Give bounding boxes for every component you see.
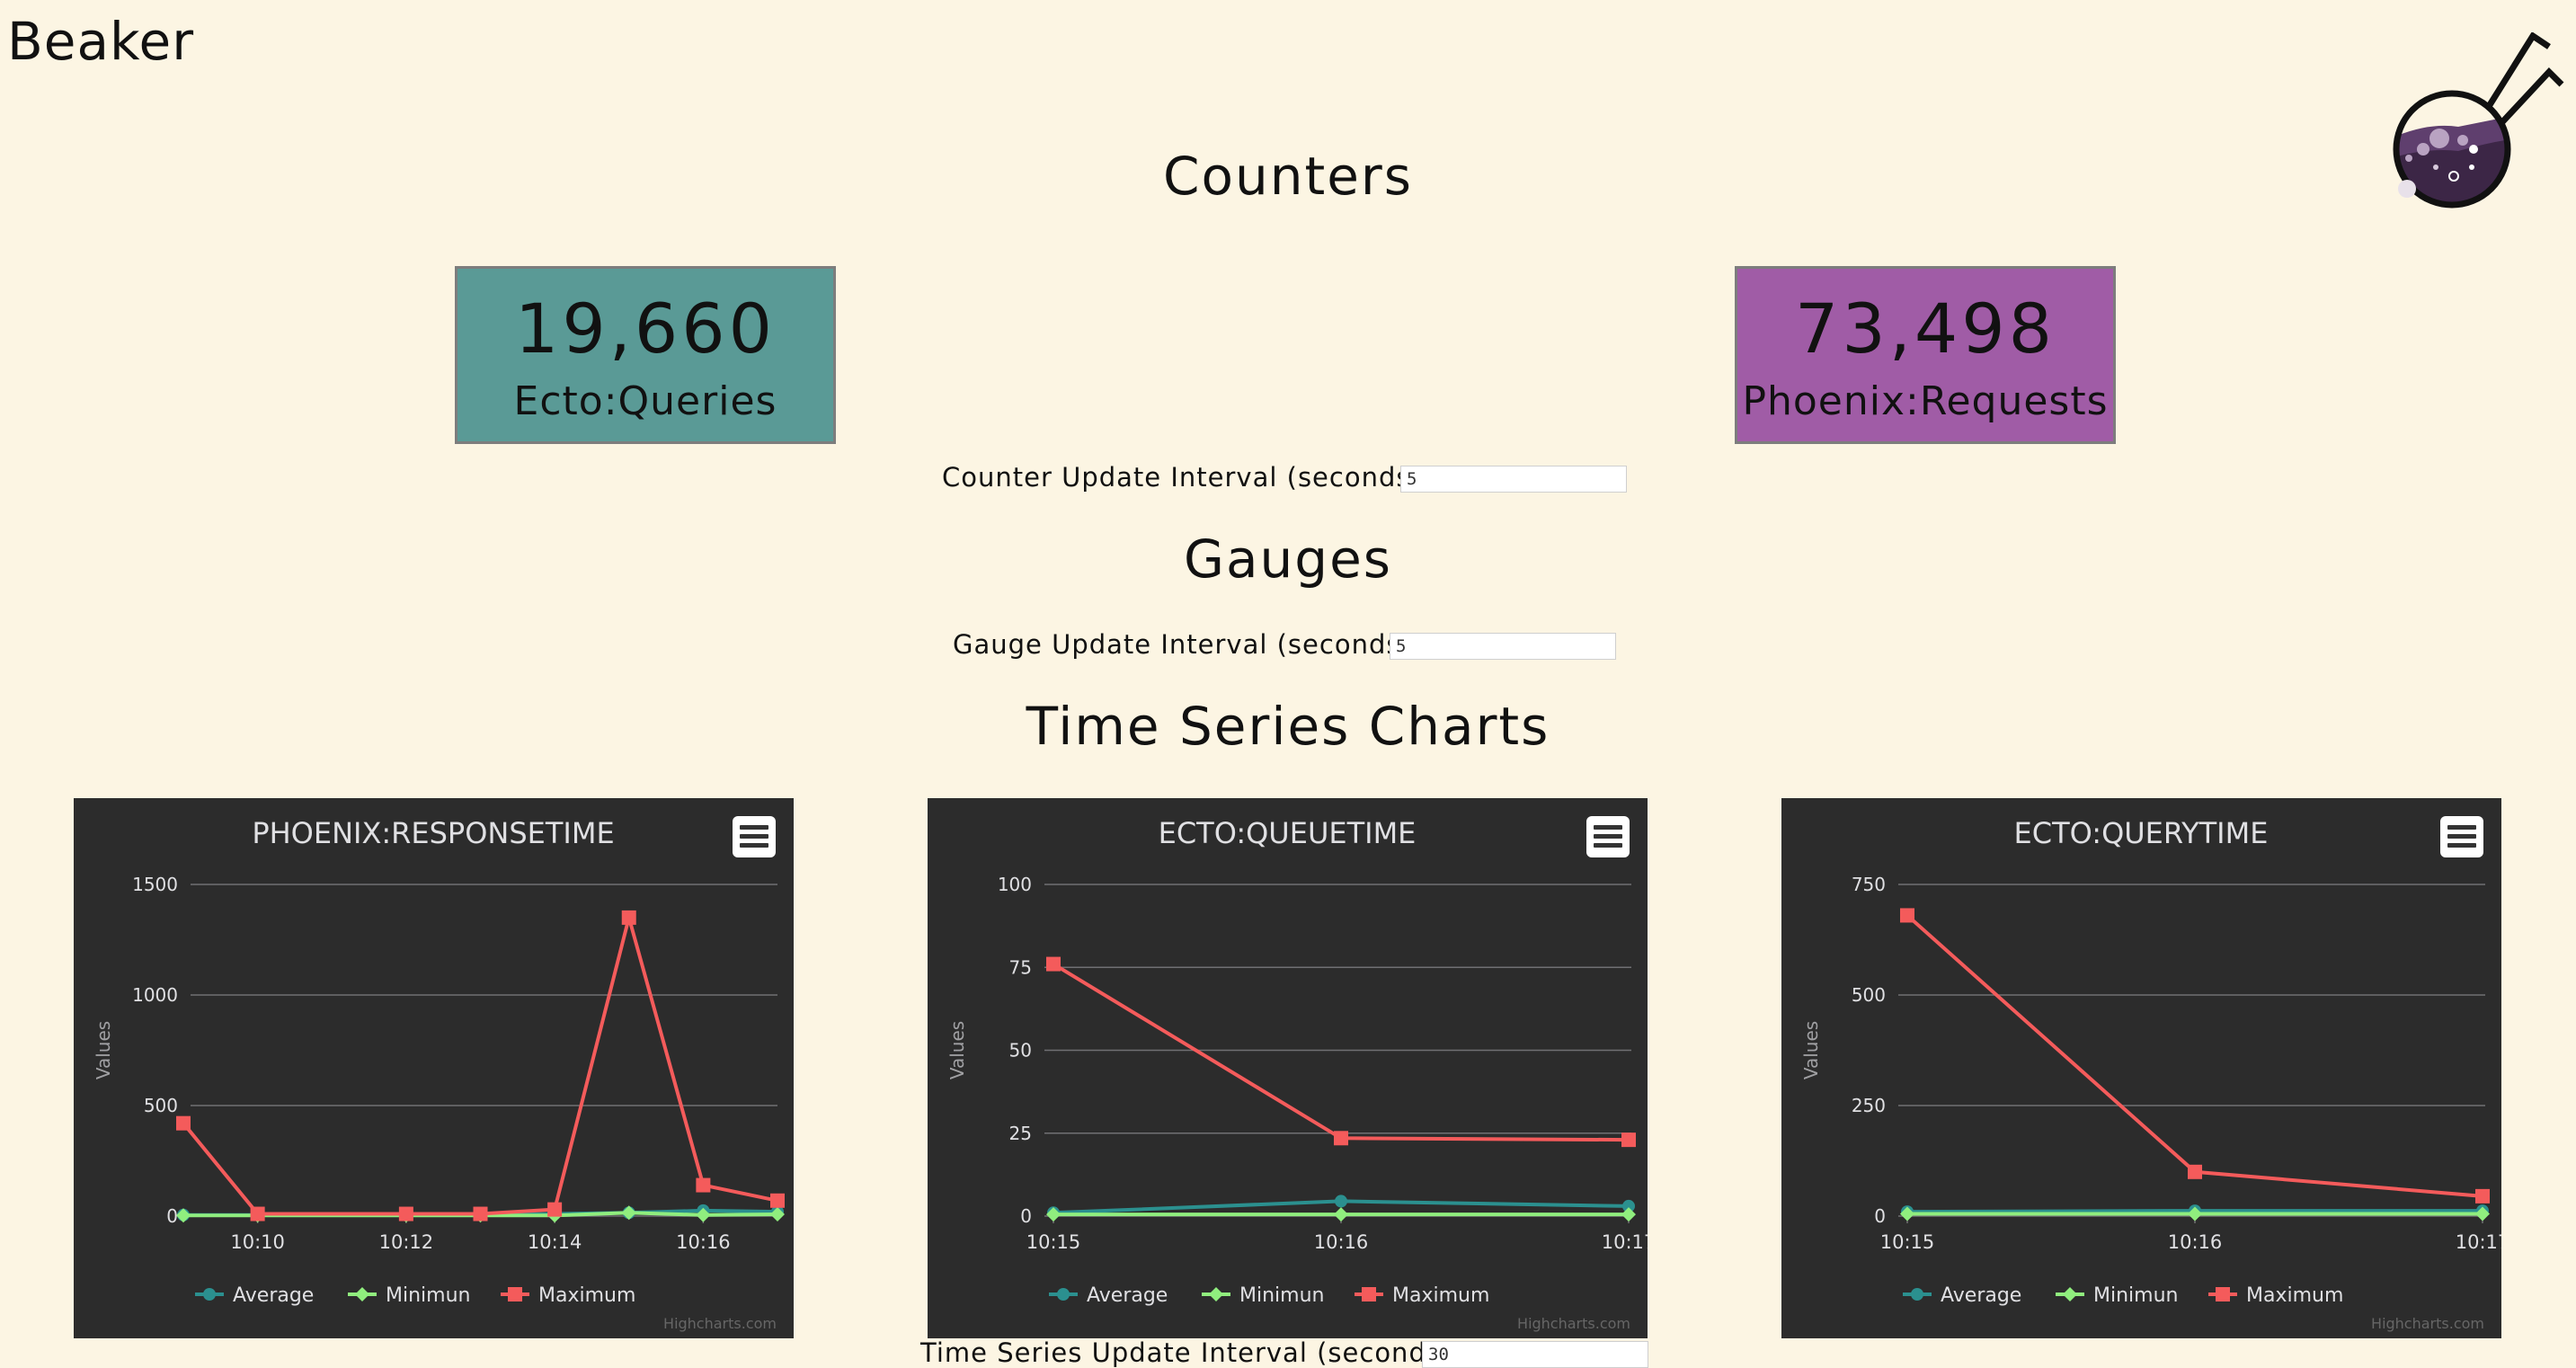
legend-label: Average: [233, 1284, 314, 1307]
y-tick-label: 25: [1009, 1123, 1032, 1144]
data-point: [176, 1208, 191, 1223]
time-series-heading: Time Series Charts: [1026, 696, 1550, 757]
legend-marker: [1057, 1288, 1070, 1301]
chart-canvas: ECTO:QUEUETIME 0 25 50 75 100 Values 10:15 10:16…: [946, 816, 1648, 1332]
legend-marker: [1911, 1288, 1923, 1301]
x-tick-label: 10:16: [1314, 1231, 1369, 1253]
chart-canvas: ECTO:QUERYTIME 0 250 500 750 Values 10:15 10:16…: [1800, 816, 2501, 1332]
app-title: Beaker: [7, 11, 195, 72]
gauge-interval-row: Gauge Update Interval (seconds): [953, 629, 1616, 660]
chart-title: PHOENIX:RESPONSETIME: [252, 816, 614, 850]
time-series-interval-row: Time Series Update Interval (seconds): [920, 1337, 1648, 1368]
gauge-interval-label: Gauge Update Interval (seconds): [953, 629, 1412, 660]
y-tick-label: 100: [998, 874, 1032, 895]
chart-phoenix-responsetime: PHOENIX:RESPONSETIME 0 500 1000 1500 Values 10…: [74, 798, 794, 1338]
chart-ecto-queuetime: ECTO:QUEUETIME 0 25 50 75 100 Values 10:15 10:16…: [928, 798, 1648, 1338]
counter-interval-row: Counter Update Interval (seconds): [942, 462, 1627, 493]
legend-label: Average: [1941, 1284, 2021, 1307]
x-tick-label: 10:17: [1602, 1231, 1648, 1253]
data-point: [176, 1115, 191, 1131]
legend-label: Minimun: [1239, 1284, 1324, 1307]
counter-phoenix-requests: 73,498 Phoenix:Requests: [1735, 266, 2116, 444]
counters-heading: Counters: [1163, 146, 1413, 207]
data-point: [2188, 1164, 2202, 1179]
data-point: [1900, 908, 1914, 923]
counter-ecto-queries: 19,660 Ecto:Queries: [455, 266, 836, 444]
data-point: [1335, 1195, 1347, 1208]
legend-marker: [1209, 1287, 1223, 1301]
x-tick-label: 10:16: [676, 1231, 731, 1253]
counter-value: 73,498: [1795, 289, 2056, 369]
x-tick-label: 10:12: [379, 1231, 434, 1253]
series-line-maximum: [182, 911, 778, 1216]
legend-marker: [2063, 1287, 2077, 1301]
y-axis-title: Values: [946, 1021, 968, 1079]
counter-label: Ecto:Queries: [513, 378, 777, 424]
y-tick-label: 250: [1852, 1095, 1886, 1116]
data-point: [1046, 956, 1061, 972]
counter-interval-input[interactable]: [1400, 466, 1627, 493]
y-tick-label: 0: [1874, 1205, 1886, 1227]
y-tick-label: 750: [1852, 874, 1886, 895]
legend-marker: [1362, 1287, 1376, 1301]
x-tick-label: 10:14: [528, 1231, 582, 1253]
legend-marker: [2216, 1287, 2230, 1301]
chart-title: ECTO:QUERYTIME: [2014, 816, 2269, 850]
data-point: [621, 1205, 636, 1221]
data-point: [770, 1193, 785, 1208]
x-tick-label: 10:16: [2168, 1231, 2223, 1253]
chart-menu-button[interactable]: [2440, 816, 2483, 857]
y-tick-label: 500: [144, 1095, 178, 1116]
legend-label: Average: [1087, 1284, 1168, 1307]
counter-label: Phoenix:Requests: [1742, 378, 2109, 424]
y-tick-label: 500: [1852, 984, 1886, 1006]
legend-label: Maximum: [2246, 1284, 2343, 1307]
x-tick-label: 10:17: [2456, 1231, 2501, 1253]
legend-label: Minimun: [2093, 1284, 2178, 1307]
gauges-heading: Gauges: [1184, 529, 1392, 590]
legend-label: Maximum: [538, 1284, 635, 1307]
y-tick-label: 50: [1009, 1040, 1032, 1062]
data-point: [1621, 1133, 1636, 1148]
y-axis-title: Values: [93, 1021, 114, 1079]
y-tick-label: 0: [166, 1205, 178, 1227]
gauge-interval-input[interactable]: [1390, 633, 1616, 660]
y-tick-label: 1000: [132, 984, 178, 1006]
y-axis-title: Values: [1800, 1021, 1822, 1079]
x-tick-label: 10:15: [1026, 1231, 1081, 1253]
chart-menu-button[interactable]: [1586, 816, 1630, 857]
data-point: [398, 1206, 413, 1221]
x-tick-label: 10:15: [1880, 1231, 1935, 1253]
series-line-maximum: [1052, 962, 1630, 1142]
data-point: [621, 910, 636, 925]
chart-canvas: PHOENIX:RESPONSETIME 0 500 1000 1500 Values 10…: [93, 816, 785, 1332]
legend-marker: [203, 1288, 216, 1301]
legend-marker: [508, 1287, 522, 1301]
data-point: [250, 1206, 265, 1221]
legend-label: Maximum: [1392, 1284, 1489, 1307]
y-tick-label: 75: [1009, 956, 1032, 978]
counter-interval-label: Counter Update Interval (seconds): [942, 462, 1422, 493]
chart-ecto-querytime: ECTO:QUERYTIME 0 250 500 750 Values 10:15 10:16…: [1781, 798, 2501, 1338]
time-series-interval-label: Time Series Update Interval (seconds): [920, 1337, 1452, 1368]
data-point: [1334, 1131, 1348, 1146]
chart-credit: Highcharts.com: [1517, 1315, 1630, 1332]
legend-marker: [355, 1287, 369, 1301]
legend-label: Minimun: [386, 1284, 470, 1307]
data-point: [696, 1177, 711, 1193]
series-line-maximum: [1905, 913, 2483, 1198]
y-tick-label: 1500: [132, 874, 178, 895]
chart-title: ECTO:QUEUETIME: [1159, 816, 1417, 850]
chart-menu-button[interactable]: [733, 816, 776, 857]
y-tick-label: 0: [1020, 1205, 1032, 1227]
chart-credit: Highcharts.com: [663, 1315, 777, 1332]
chart-credit: Highcharts.com: [2371, 1315, 2484, 1332]
counter-value: 19,660: [515, 289, 776, 369]
x-tick-label: 10:10: [230, 1231, 285, 1253]
data-point: [2475, 1188, 2490, 1204]
data-point: [1334, 1207, 1348, 1222]
data-point: [547, 1202, 563, 1217]
data-point: [473, 1206, 488, 1221]
